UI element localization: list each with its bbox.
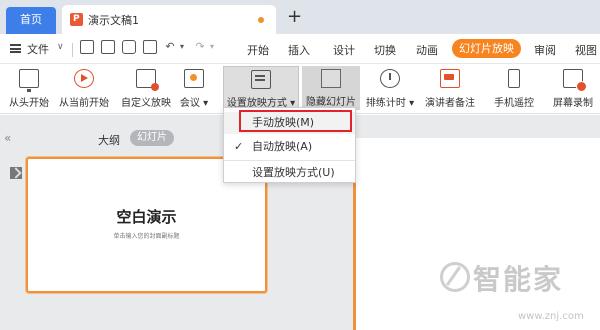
unsaved-indicator-icon: [258, 17, 264, 23]
chevron-down-icon[interactable]: ∨: [57, 42, 64, 52]
button-label: 排练计时 ▾: [365, 98, 415, 109]
tab-view[interactable]: 视图: [575, 42, 597, 58]
watermark-logo-icon: [440, 262, 470, 292]
screen-record-button[interactable]: 屏幕录制: [547, 64, 599, 114]
divider: [224, 160, 355, 161]
undo-dropdown-icon[interactable]: ▾: [175, 40, 189, 54]
tab-insert[interactable]: 插入: [288, 42, 310, 58]
screen-icon: [19, 69, 39, 92]
button-label: 从头开始: [9, 98, 49, 109]
presentation-file-icon: [70, 13, 83, 26]
collapse-pane-icon[interactable]: «: [4, 131, 11, 145]
tab-outline[interactable]: 大纲: [98, 132, 120, 148]
custom-show-icon: [136, 69, 159, 91]
menu-item-auto-show[interactable]: ✓ 自动放映(A): [224, 136, 355, 158]
hamburger-menu-icon[interactable]: [10, 44, 21, 53]
setup-show-icon: [251, 70, 271, 89]
hide-slide-icon: [321, 69, 341, 88]
setup-show-button[interactable]: 设置放映方式 ▾: [223, 66, 299, 110]
from-beginning-button[interactable]: 从头开始: [5, 64, 53, 114]
tab-transition[interactable]: 切换: [374, 42, 396, 58]
print-icon[interactable]: [122, 40, 136, 54]
redo-dropdown-icon[interactable]: ▾: [205, 40, 219, 54]
tab-document-label: 演示文稿1: [88, 14, 139, 27]
button-label: 屏幕录制: [553, 98, 593, 109]
tab-document[interactable]: 演示文稿1: [62, 5, 276, 34]
button-label: 手机遥控: [494, 98, 534, 109]
meeting-icon: [184, 69, 204, 88]
from-current-button[interactable]: 从当前开始: [55, 64, 113, 114]
menu-bar: 文件 ∨ ↶ ▾ ↷ ▾ 开始 插入 设计 切换 动画 幻灯片放映 审阅 视图: [0, 34, 600, 64]
screen-record-icon: [563, 69, 587, 92]
tab-slideshow[interactable]: 幻灯片放映: [452, 39, 521, 58]
save-icon[interactable]: [80, 40, 94, 54]
menu-item-label: 自动放映(A): [252, 140, 313, 153]
custom-show-button[interactable]: 自定义放映: [116, 64, 176, 114]
button-label: 从当前开始: [59, 98, 109, 109]
slide-canvas[interactable]: [353, 138, 600, 330]
button-label: 自定义放映: [121, 98, 171, 109]
slide-indicator-icon: [10, 167, 22, 179]
tab-animation[interactable]: 动画: [416, 42, 438, 58]
button-label: 会议 ▾: [179, 98, 209, 109]
hide-slide-button[interactable]: 隐藏幻灯片: [302, 66, 360, 110]
highlight-box: [239, 110, 352, 132]
tab-review[interactable]: 审阅: [534, 42, 556, 58]
print-preview-icon[interactable]: [143, 40, 157, 54]
menu-item-label: 设置放映方式(U): [252, 166, 335, 179]
phone-remote-icon: [508, 69, 520, 88]
tab-home[interactable]: 首页: [6, 7, 56, 34]
rehearse-timing-button[interactable]: 排练计时 ▾: [362, 64, 418, 114]
meeting-button[interactable]: 会议 ▾: [176, 64, 212, 114]
slide-subtitle: 单击输入您的封面副标题: [113, 233, 180, 240]
export-pdf-icon[interactable]: [101, 40, 115, 54]
watermark-text: 智能家: [473, 263, 564, 296]
timer-icon: [380, 69, 400, 88]
new-tab-button[interactable]: +: [287, 8, 302, 26]
watermark-url: www.znj.com: [518, 311, 584, 322]
tab-design[interactable]: 设计: [333, 42, 355, 58]
tab-bar: 首页 演示文稿1 +: [0, 0, 600, 34]
button-label: 隐藏幻灯片: [306, 97, 356, 108]
button-label: 演讲者备注: [425, 98, 475, 109]
tab-slides[interactable]: 幻灯片: [130, 130, 174, 146]
presenter-notes-icon: [440, 69, 460, 88]
play-circle-icon: [74, 69, 94, 88]
file-menu[interactable]: 文件: [27, 41, 49, 57]
menu-item-setup-show[interactable]: 设置放映方式(U): [224, 162, 355, 184]
tab-start[interactable]: 开始: [247, 42, 269, 58]
slide-title: 空白演示: [116, 208, 177, 226]
presenter-notes-button[interactable]: 演讲者备注: [421, 64, 479, 114]
setup-show-dropdown: 手动放映(M) ✓ 自动放映(A) 设置放映方式(U): [223, 107, 356, 183]
phone-remote-button[interactable]: 手机遥控: [488, 64, 540, 114]
check-icon: ✓: [234, 140, 244, 153]
divider: [72, 43, 73, 57]
